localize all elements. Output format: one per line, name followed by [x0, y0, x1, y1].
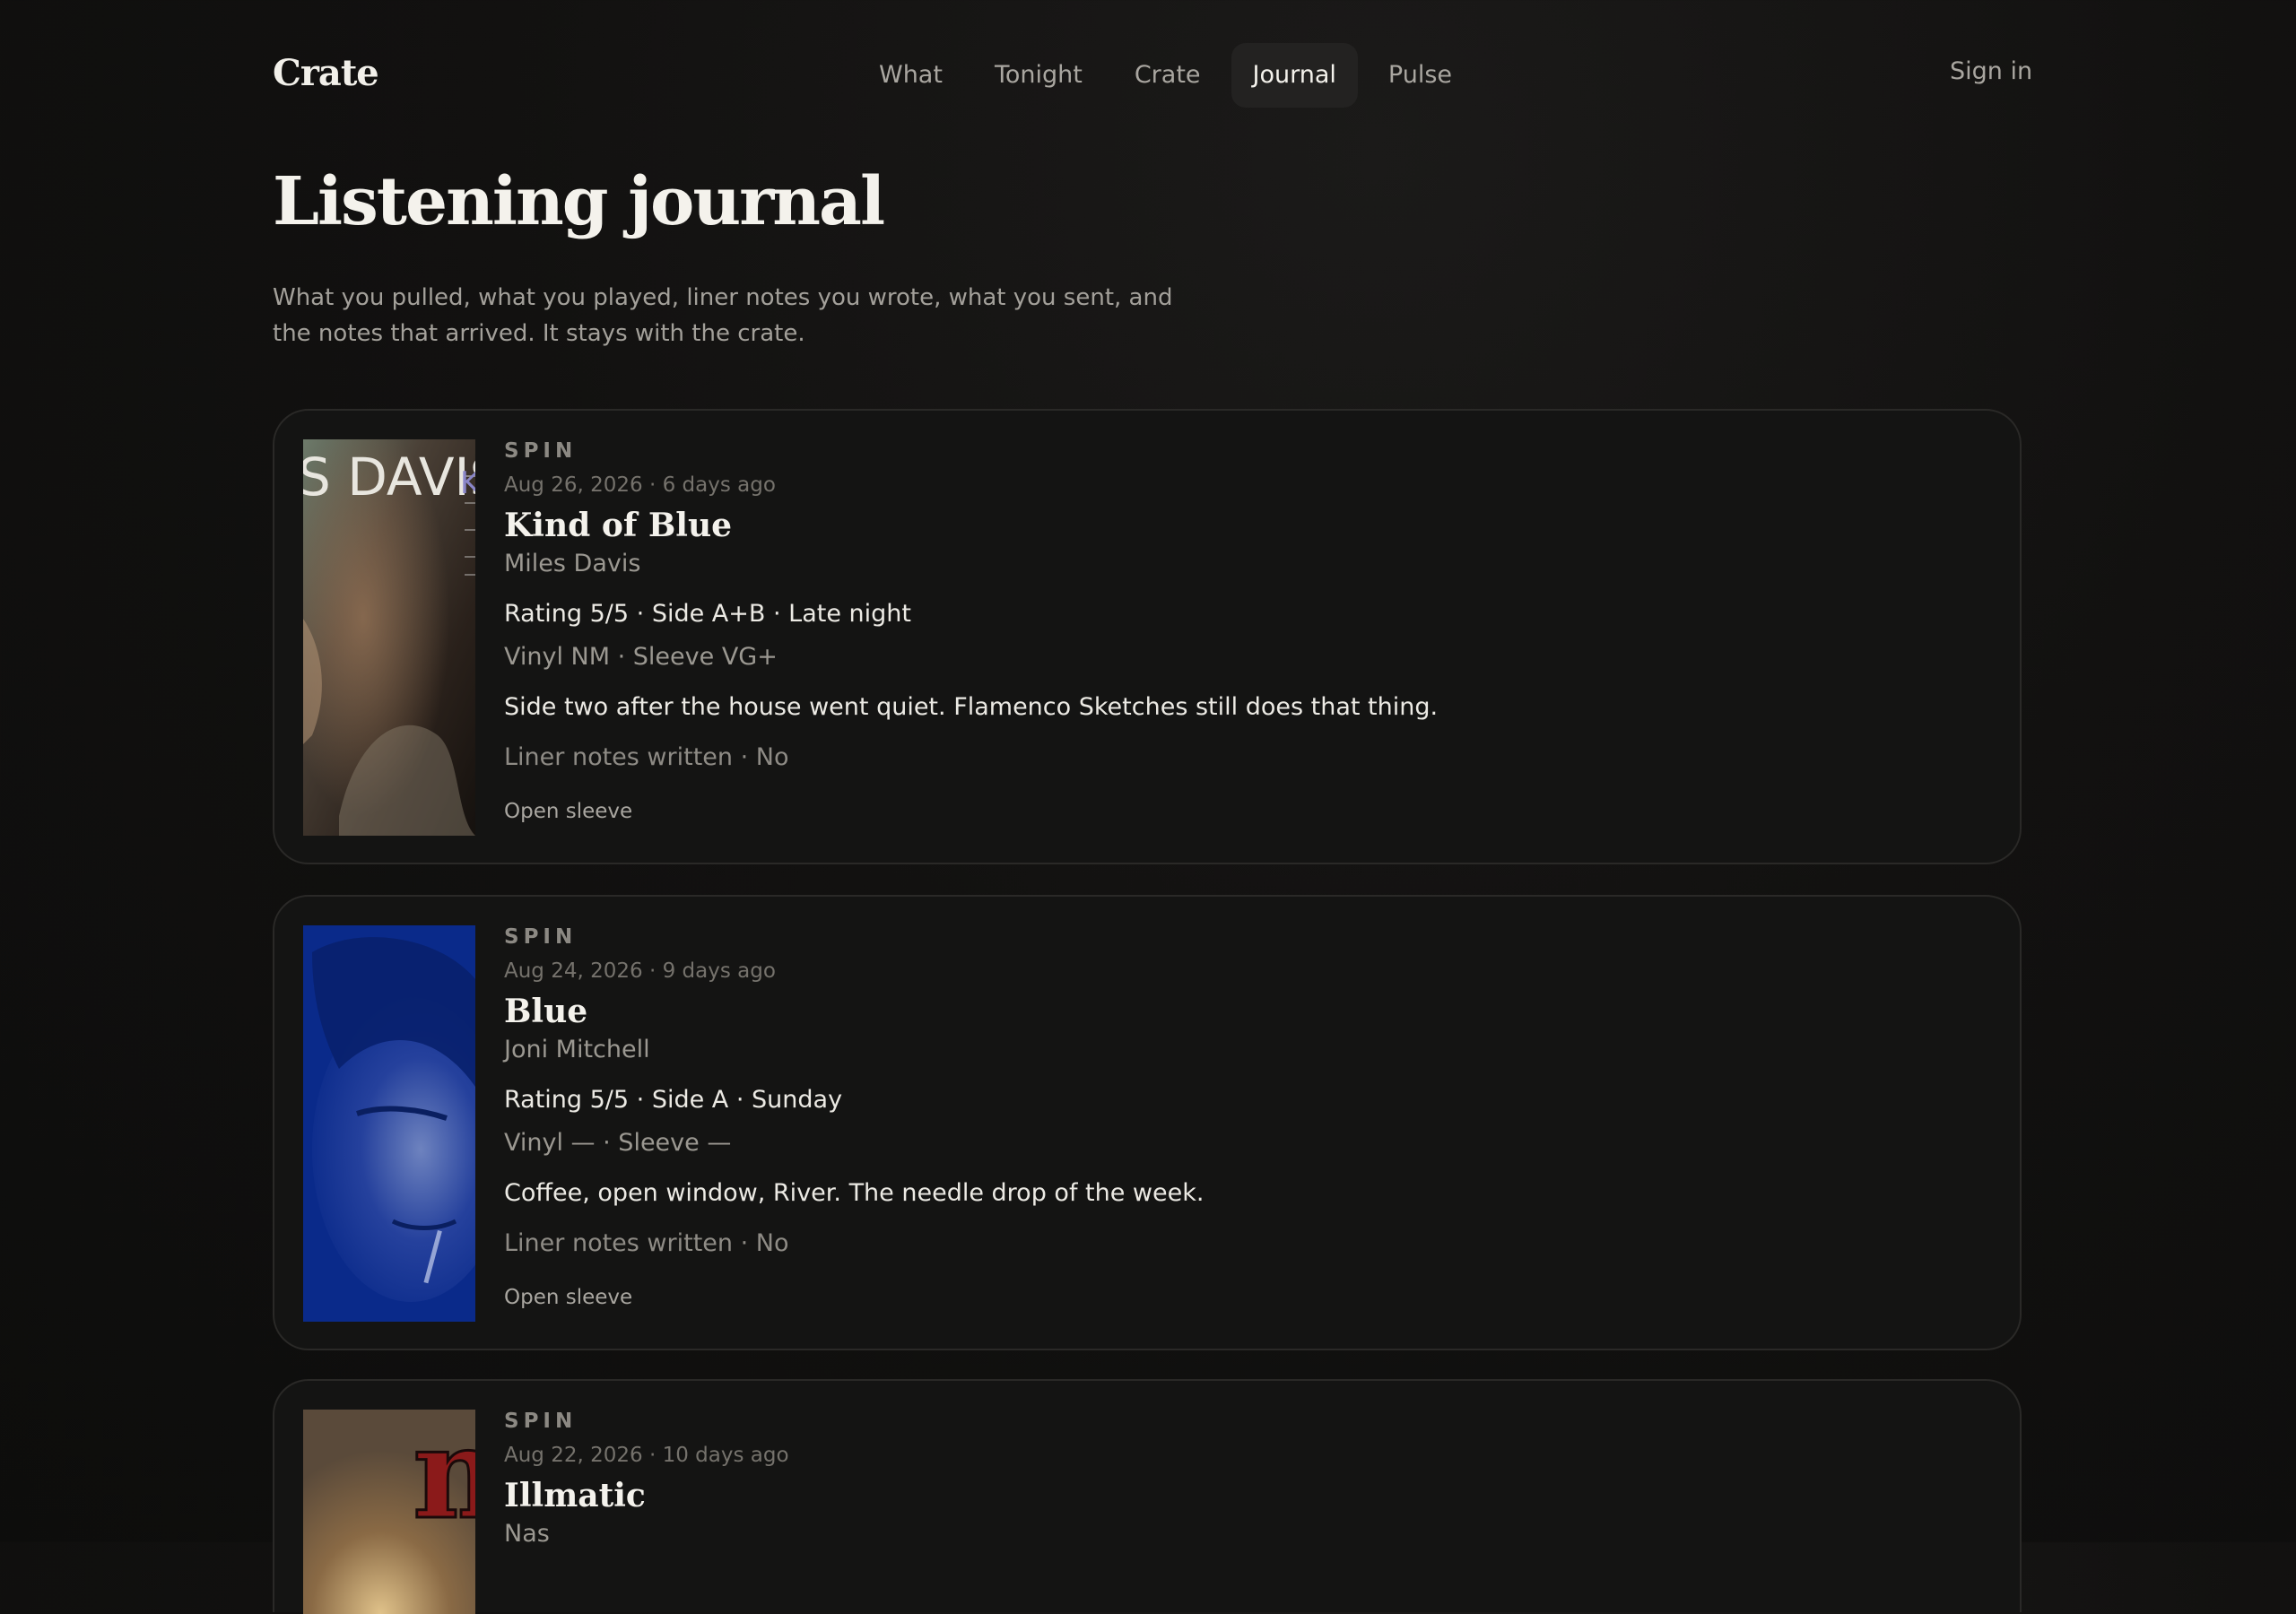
- entry-liner-notes: Liner notes written · No: [504, 743, 789, 771]
- cover-text-secondary: K: [460, 465, 475, 501]
- page-title: Listening journal: [273, 163, 885, 240]
- entry-date: Aug 22, 2026 · 10 days ago: [504, 1444, 789, 1467]
- album-cover-art: m: [303, 1410, 475, 1614]
- logo[interactable]: Crate: [273, 52, 379, 94]
- entry-note: Coffee, open window, River. The needle d…: [504, 1179, 1205, 1207]
- entry-kind: SPIN: [504, 925, 578, 949]
- album-cover-blue[interactable]: [303, 925, 475, 1322]
- nav-crate[interactable]: Crate: [1113, 43, 1222, 108]
- cover-text: S DAVIS: [303, 447, 475, 508]
- open-sleeve-link[interactable]: Open sleeve: [504, 798, 1984, 825]
- nav-tonight[interactable]: Tonight: [973, 43, 1104, 108]
- sign-in-link[interactable]: Sign in: [1950, 57, 2032, 85]
- entry-title[interactable]: Blue: [504, 990, 1984, 1033]
- album-cover-kind-of-blue[interactable]: S DAVIS K: [303, 439, 475, 836]
- entry-artist: Miles Davis: [504, 550, 641, 577]
- journal-entry: m SPIN Aug 22, 2026 · 10 days ago Illmat…: [273, 1379, 2022, 1614]
- album-cover-art: [303, 925, 475, 1322]
- journal-entry: S DAVIS K SPIN Aug 26, 2026 · 6 days ago…: [273, 409, 2022, 864]
- entry-kind: SPIN: [504, 1410, 578, 1433]
- entry-condition: Vinyl — · Sleeve —: [504, 1129, 732, 1157]
- top-bar: Crate What Tonight Crate Journal Pulse S…: [0, 0, 2296, 152]
- entry-date: Aug 26, 2026 · 6 days ago: [504, 473, 776, 497]
- entry-artist: Joni Mitchell: [504, 1036, 650, 1063]
- open-sleeve-link[interactable]: Open sleeve: [504, 1284, 1984, 1311]
- entry-note: Side two after the house went quiet. Fla…: [504, 693, 1439, 721]
- cover-text: m: [413, 1410, 475, 1548]
- entry-condition: Vinyl NM · Sleeve VG+: [504, 643, 778, 671]
- entry-date: Aug 24, 2026 · 9 days ago: [504, 959, 776, 983]
- nav-what[interactable]: What: [857, 43, 964, 108]
- entry-artist: Nas: [504, 1520, 550, 1548]
- entry-liner-notes: Liner notes written · No: [504, 1229, 789, 1257]
- album-cover-illmatic[interactable]: m: [303, 1410, 475, 1614]
- page-intro: What you pulled, what you played, liner …: [273, 284, 1173, 347]
- nav-journal[interactable]: Journal: [1231, 43, 1358, 108]
- entry-meta: Rating 5/5 · Side A+B · Late night: [504, 600, 911, 628]
- entry-kind: SPIN: [504, 439, 578, 463]
- journal-entry: SPIN Aug 24, 2026 · 9 days ago Blue Joni…: [273, 895, 2022, 1350]
- entry-info: SPIN Aug 26, 2026 · 6 days ago Kind of B…: [504, 438, 1984, 825]
- entry-title[interactable]: Kind of Blue: [504, 504, 1984, 547]
- main-nav: What Tonight Crate Journal Pulse: [857, 43, 1474, 108]
- entry-meta: Rating 5/5 · Side A · Sunday: [504, 1086, 843, 1114]
- entry-info: SPIN Aug 22, 2026 · 10 days ago Illmatic…: [504, 1408, 1984, 1551]
- album-cover-art: S DAVIS K: [303, 439, 475, 836]
- entry-title[interactable]: Illmatic: [504, 1474, 1984, 1517]
- nav-pulse[interactable]: Pulse: [1367, 43, 1474, 108]
- entry-info: SPIN Aug 24, 2026 · 9 days ago Blue Joni…: [504, 924, 1984, 1311]
